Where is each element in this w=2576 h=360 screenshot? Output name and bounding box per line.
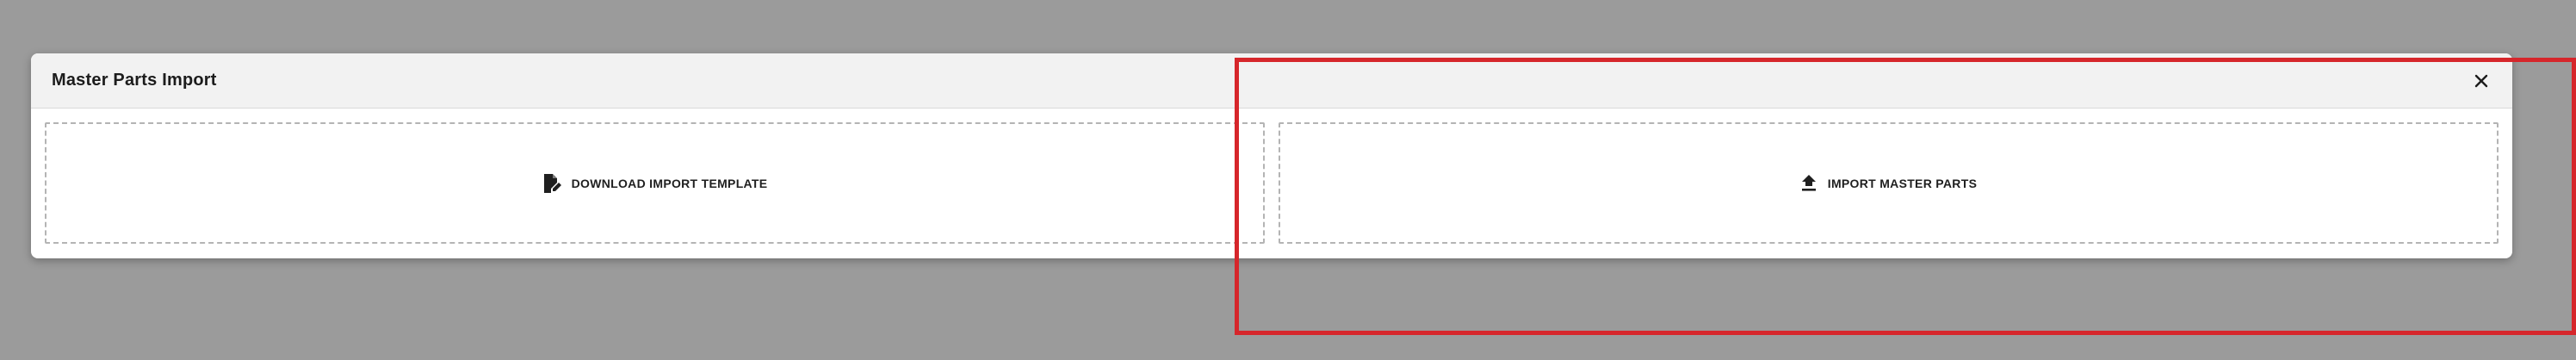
dialog-title: Master Parts Import: [52, 71, 217, 90]
close-icon: [2469, 69, 2493, 93]
import-master-parts-button[interactable]: IMPORT MASTER PARTS: [1279, 122, 2499, 244]
upload-icon: [1800, 174, 1817, 193]
file-edit-icon: [542, 173, 561, 194]
download-import-template-button[interactable]: DOWNLOAD IMPORT TEMPLATE: [45, 122, 1265, 244]
import-master-parts-label: IMPORT MASTER PARTS: [1827, 176, 1978, 190]
close-button[interactable]: [2469, 69, 2493, 93]
dialog-body: DOWNLOAD IMPORT TEMPLATE IMPORT MASTER P…: [45, 122, 2499, 244]
download-import-template-label: DOWNLOAD IMPORT TEMPLATE: [571, 176, 768, 190]
dialog-header: Master Parts Import: [31, 53, 2512, 109]
master-parts-import-dialog: Master Parts Import DOWNLOAD IMPORT TEMP…: [31, 53, 2512, 258]
